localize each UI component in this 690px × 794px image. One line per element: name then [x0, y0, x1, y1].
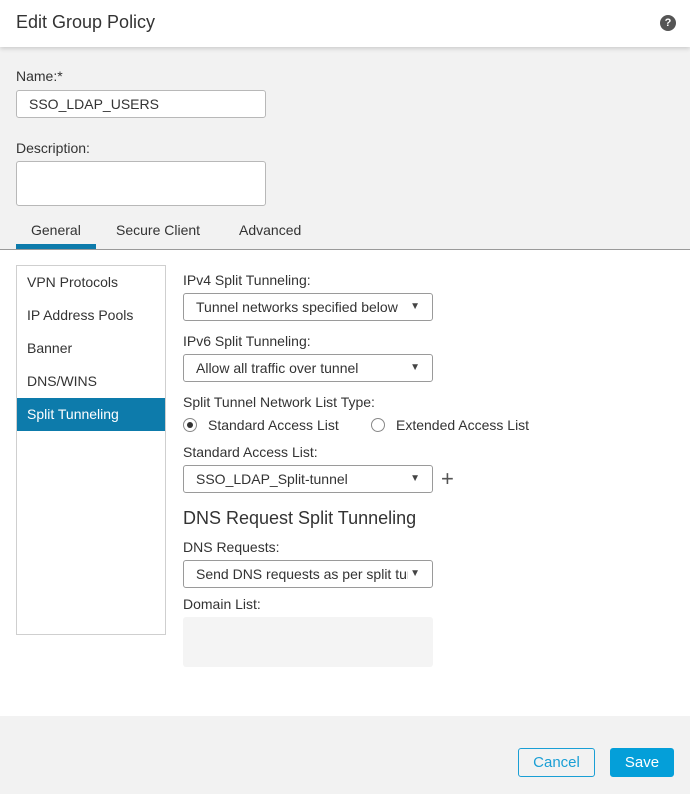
domain-list-input[interactable]: [183, 617, 433, 667]
ipv4-split-tunneling-value: Tunnel networks specified below: [196, 299, 398, 315]
tab-general[interactable]: General: [31, 222, 81, 238]
ipv6-split-tunneling-label: IPv6 Split Tunneling:: [183, 333, 311, 349]
ipv4-split-tunneling-select[interactable]: Tunnel networks specified below ▼: [183, 293, 433, 321]
standard-access-list-label: Standard Access List:: [183, 444, 318, 460]
help-icon[interactable]: ?: [660, 15, 676, 31]
sidebar-item-dns-wins[interactable]: DNS/WINS: [17, 365, 165, 398]
standard-access-list-radio[interactable]: [183, 418, 197, 432]
sidebar-item-banner[interactable]: Banner: [17, 332, 165, 365]
dns-section-title: DNS Request Split Tunneling: [183, 508, 417, 528]
description-label: Description:: [16, 140, 90, 156]
extended-access-list-radio-label[interactable]: Extended Access List: [396, 417, 529, 433]
dialog-footer: Cancel Save: [0, 716, 690, 794]
ipv4-split-tunneling-label: IPv4 Split Tunneling:: [183, 272, 311, 288]
standard-access-list-value: SSO_LDAP_Split-tunnel: [196, 471, 348, 487]
sidebar-item-ip-address-pools[interactable]: IP Address Pools: [17, 299, 165, 332]
extended-access-list-radio[interactable]: [371, 418, 385, 432]
cancel-button[interactable]: Cancel: [518, 748, 595, 777]
sidebar-item-vpn-protocols[interactable]: VPN Protocols: [17, 266, 165, 299]
tab-secure-client[interactable]: Secure Client: [116, 222, 200, 238]
name-input[interactable]: [16, 90, 266, 118]
save-button[interactable]: Save: [610, 748, 674, 777]
chevron-down-icon: ▼: [410, 568, 420, 579]
dialog-header: Edit Group Policy ?: [0, 0, 690, 47]
list-type-label: Split Tunnel Network List Type:: [183, 394, 375, 410]
chevron-down-icon: ▼: [410, 301, 420, 312]
domain-list-label: Domain List:: [183, 596, 261, 612]
standard-access-list-select[interactable]: SSO_LDAP_Split-tunnel ▼: [183, 465, 433, 493]
ipv6-split-tunneling-select[interactable]: Allow all traffic over tunnel ▼: [183, 354, 433, 382]
sidebar-item-split-tunneling[interactable]: Split Tunneling: [17, 398, 165, 431]
description-input[interactable]: [16, 161, 266, 206]
dns-requests-label: DNS Requests:: [183, 539, 280, 555]
chevron-down-icon: ▼: [410, 473, 420, 484]
tab-bar: General Secure Client Advanced: [0, 218, 690, 250]
ipv6-split-tunneling-value: Allow all traffic over tunnel: [196, 360, 359, 376]
name-label: Name:*: [16, 68, 63, 84]
dns-requests-select[interactable]: Send DNS requests as per split tunnel po…: [183, 560, 433, 588]
tab-advanced[interactable]: Advanced: [239, 222, 301, 238]
sidebar-nav: VPN Protocols IP Address Pools Banner DN…: [16, 265, 166, 635]
add-icon[interactable]: +: [441, 468, 454, 490]
standard-access-list-radio-label[interactable]: Standard Access List: [208, 417, 339, 433]
active-tab-indicator: [16, 244, 96, 249]
chevron-down-icon: ▼: [410, 362, 420, 373]
dialog-title: Edit Group Policy: [16, 12, 156, 32]
dns-requests-value: Send DNS requests as per split tunnel po…: [196, 566, 408, 582]
